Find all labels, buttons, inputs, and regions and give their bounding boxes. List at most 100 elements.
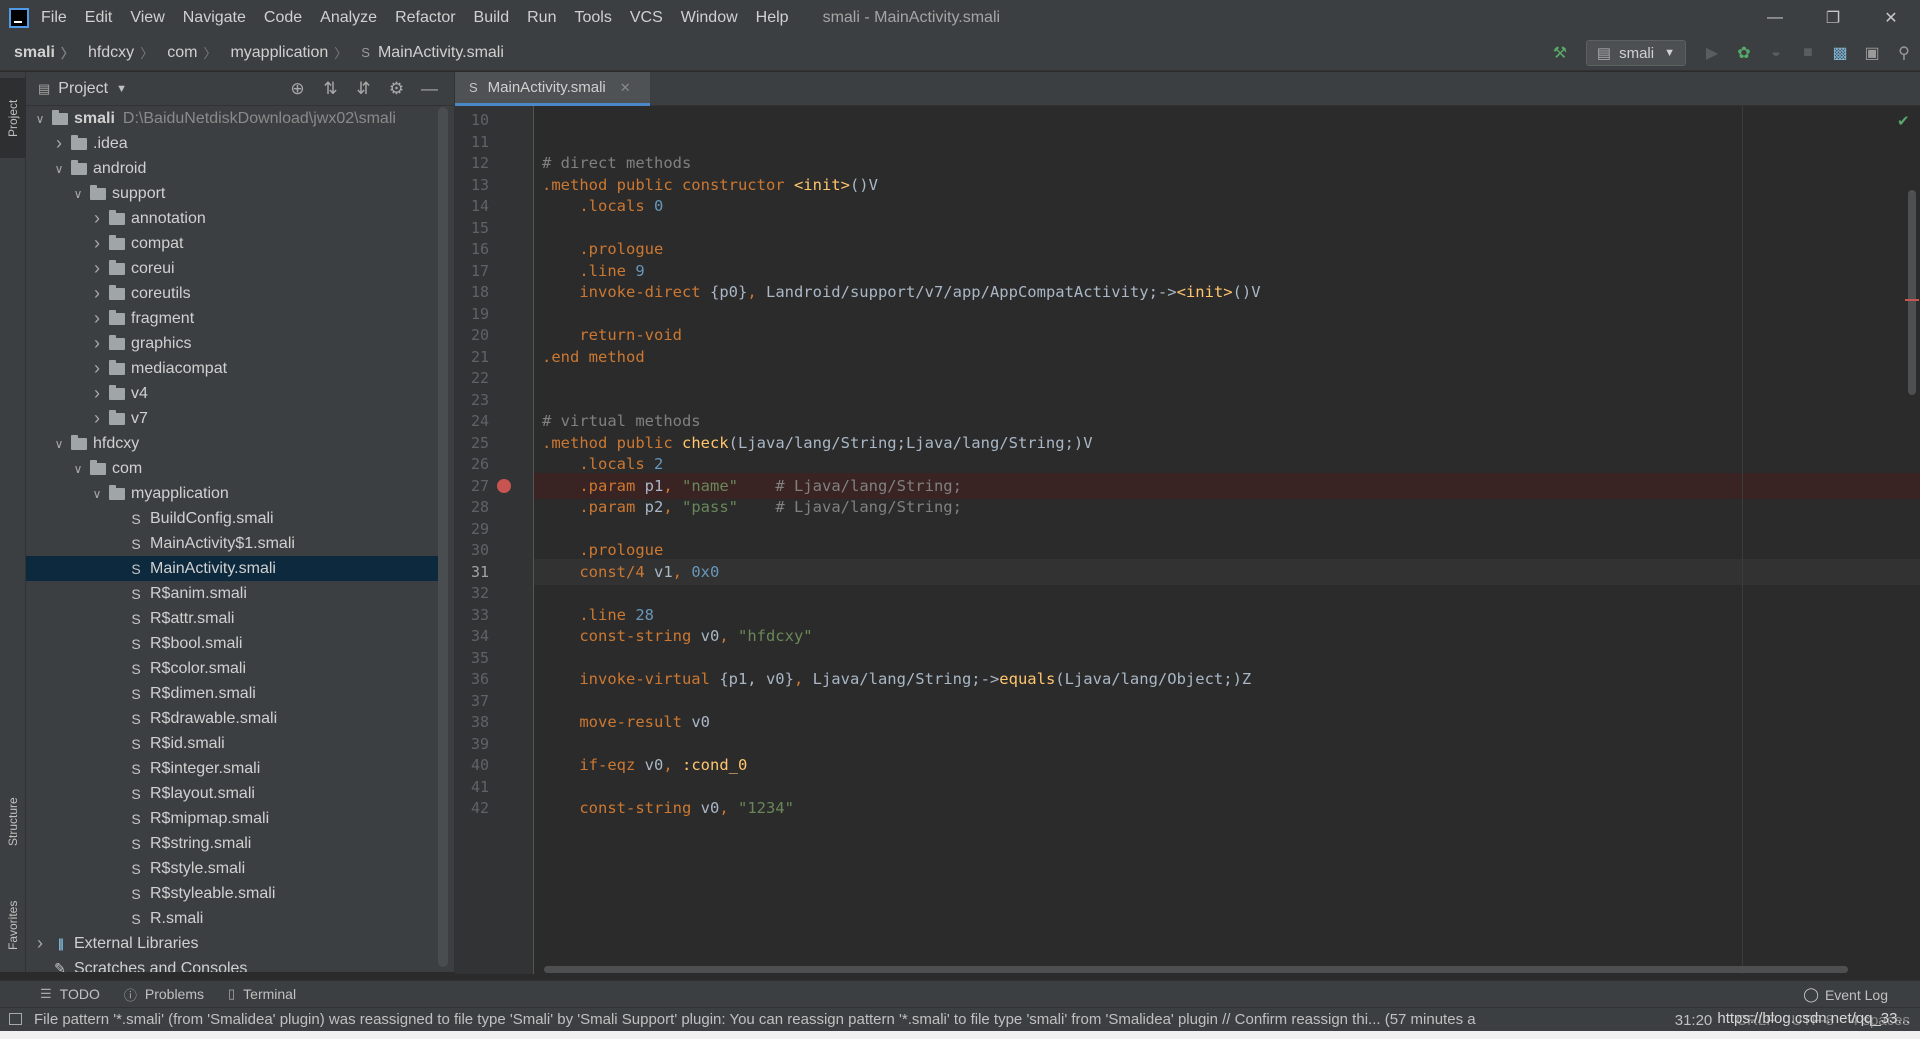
collapse-all-icon[interactable]: ⇵ — [347, 79, 380, 99]
debug-icon[interactable]: ✿ — [1728, 37, 1760, 69]
tree-file-item[interactable]: S R$dimen.smali — [26, 681, 446, 706]
tree-file-item[interactable]: S R$style.smali — [26, 856, 446, 881]
tree-file-item[interactable]: S BuildConfig.smali — [26, 506, 446, 531]
menu-edit[interactable]: Edit — [85, 9, 113, 27]
code-editor[interactable]: # direct methods .method public construct… — [534, 106, 1920, 974]
close-tab-icon[interactable]: ✕ — [620, 80, 631, 96]
breadcrumb-item[interactable]: myapplication 〉 — [230, 43, 347, 62]
tree-file-item[interactable]: S R$id.smali — [26, 731, 446, 756]
breadcrumb-item[interactable]: smali 〉 — [14, 43, 74, 62]
chevron-down-icon[interactable]: ∨ — [32, 112, 48, 126]
chevron-down-icon[interactable]: ∨ — [51, 162, 67, 176]
tree-file-item[interactable]: S R$mipmap.smali — [26, 806, 446, 831]
tree-file-item[interactable]: S R$string.smali — [26, 831, 446, 856]
status-message[interactable]: File pattern '*.smali' (from 'Smalidea' … — [34, 1011, 1614, 1028]
menu-file[interactable]: File — [41, 9, 67, 27]
chevron-right-icon[interactable]: › — [89, 258, 105, 279]
project-tool-tab[interactable]: Project — [0, 78, 26, 158]
chevron-right-icon[interactable]: › — [89, 358, 105, 379]
breakpoint-icon[interactable] — [497, 478, 511, 493]
tree-folder-item[interactable]: › v4 — [26, 381, 446, 406]
presentation-icon[interactable]: ▣ — [1856, 37, 1888, 69]
tree-file-item[interactable]: S R$styleable.smali — [26, 881, 446, 906]
run-config-dropdown[interactable]: ▤ smali ▼ — [1585, 40, 1686, 66]
inspection-ok-icon[interactable]: ✔ — [1897, 112, 1910, 130]
problems-tool-button[interactable]: ⓘ Problems — [124, 985, 204, 1004]
hide-panel-icon[interactable]: — — [413, 79, 446, 99]
chevron-down-icon[interactable]: ∨ — [89, 487, 105, 501]
coverage-icon[interactable]: ◒ — [1760, 37, 1792, 69]
tree-folder-item[interactable]: ∨ myapplication — [26, 481, 446, 506]
tree-folder-item[interactable]: › fragment — [26, 306, 446, 331]
menu-refactor[interactable]: Refactor — [395, 9, 455, 27]
event-log-button[interactable]: ◯ Event Log — [1803, 981, 1888, 1008]
tree-folder-item[interactable]: › graphics — [26, 331, 446, 356]
run-icon[interactable]: ▶ — [1696, 37, 1728, 69]
caret-position[interactable]: 31:20 — [1675, 1012, 1713, 1029]
breadcrumb-item[interactable]: com 〉 — [167, 43, 216, 62]
menu-navigate[interactable]: Navigate — [183, 9, 246, 27]
gear-icon[interactable]: ⚙ — [380, 79, 413, 99]
menu-vcs[interactable]: VCS — [630, 9, 663, 27]
tree-file-item[interactable]: S R$layout.smali — [26, 781, 446, 806]
close-icon[interactable]: ✕ — [1862, 0, 1920, 35]
terminal-tool-button[interactable]: ▯ Terminal — [228, 986, 296, 1002]
favorites-tool-tab[interactable]: Favorites — [0, 882, 26, 968]
chevron-right-icon[interactable]: › — [51, 133, 67, 154]
tree-file-item[interactable]: S MainActivity.smali — [26, 556, 446, 581]
tree-folder-item[interactable]: ∨ android — [26, 156, 446, 181]
restore-icon[interactable]: ❐ — [1804, 0, 1862, 35]
tree-file-item[interactable]: S R$attr.smali — [26, 606, 446, 631]
chevron-right-icon[interactable]: › — [32, 933, 48, 954]
tree-folder-item[interactable]: › mediacompat — [26, 356, 446, 381]
project-scrollbar[interactable] — [438, 107, 448, 967]
tree-folder-item[interactable]: ∨ support — [26, 181, 446, 206]
menu-tools[interactable]: Tools — [574, 9, 611, 27]
search-icon[interactable]: ⚲ — [1888, 37, 1920, 69]
error-stripe-marker[interactable] — [1905, 299, 1919, 301]
tree-folder-item[interactable]: › ||| External Libraries — [26, 931, 446, 956]
menu-window[interactable]: Window — [681, 9, 738, 27]
chevron-right-icon[interactable]: › — [89, 408, 105, 429]
editor-gutter[interactable]: 10 11 12 13 14 15 16 17 18 19 20 21 22 23 24 25 26 27 28 29… — [455, 106, 565, 974]
tree-folder-item[interactable]: ∨ hfdcxy — [26, 431, 446, 456]
menu-build[interactable]: Build — [474, 9, 510, 27]
tree-folder-item[interactable]: ∨ smali D:\BaiduNetdiskDownload\jwx02\smal… — [26, 106, 446, 131]
chevron-down-icon[interactable]: ∨ — [51, 437, 67, 451]
editor-vertical-scrollbar[interactable] — [1908, 190, 1916, 395]
tree-file-item[interactable]: S R$integer.smali — [26, 756, 446, 781]
tree-folder-item[interactable]: › .idea — [26, 131, 446, 156]
tree-file-item[interactable]: S R$color.smali — [26, 656, 446, 681]
tree-folder-item[interactable]: › coreui — [26, 256, 446, 281]
tool-windows-icon[interactable] — [9, 1013, 22, 1025]
expand-all-icon[interactable]: ⇅ — [314, 79, 347, 99]
menu-help[interactable]: Help — [756, 9, 789, 27]
structure-tool-tab[interactable]: Structure — [0, 777, 26, 867]
tree-folder-item[interactable]: ✎ Scratches and Consoles — [26, 956, 446, 973]
breadcrumb-item[interactable]: S MainActivity.smali — [361, 44, 504, 62]
project-view-selector[interactable]: Project — [58, 80, 108, 98]
chevron-right-icon[interactable]: › — [89, 308, 105, 329]
locate-icon[interactable]: ⊕ — [281, 79, 314, 99]
tree-folder-item[interactable]: › annotation — [26, 206, 446, 231]
tree-folder-item[interactable]: › v7 — [26, 406, 446, 431]
chevron-down-icon[interactable]: ∨ — [70, 187, 86, 201]
tree-file-item[interactable]: S R.smali — [26, 906, 446, 931]
minimize-icon[interactable]: — — [1746, 0, 1804, 35]
tab-mainactivity-smali[interactable]: S MainActivity.smali ✕ — [455, 72, 650, 106]
chevron-right-icon[interactable]: › — [89, 208, 105, 229]
project-structure-icon[interactable]: ▩ — [1824, 37, 1856, 69]
chevron-right-icon[interactable]: › — [89, 333, 105, 354]
tree-file-item[interactable]: S R$anim.smali — [26, 581, 446, 606]
tree-folder-item[interactable]: › compat — [26, 231, 446, 256]
menu-code[interactable]: Code — [264, 9, 302, 27]
editor-horizontal-scrollbar[interactable] — [544, 966, 1848, 973]
breadcrumb-item[interactable]: hfdcxy 〉 — [88, 43, 153, 62]
tree-file-item[interactable]: S R$drawable.smali — [26, 706, 446, 731]
chevron-right-icon[interactable]: › — [89, 383, 105, 404]
stop-icon[interactable]: ■ — [1792, 37, 1824, 69]
build-hammer-icon[interactable]: ⚒ — [1544, 37, 1576, 69]
menu-view[interactable]: View — [130, 9, 164, 27]
chevron-right-icon[interactable]: › — [89, 233, 105, 254]
menu-analyze[interactable]: Analyze — [320, 9, 377, 27]
